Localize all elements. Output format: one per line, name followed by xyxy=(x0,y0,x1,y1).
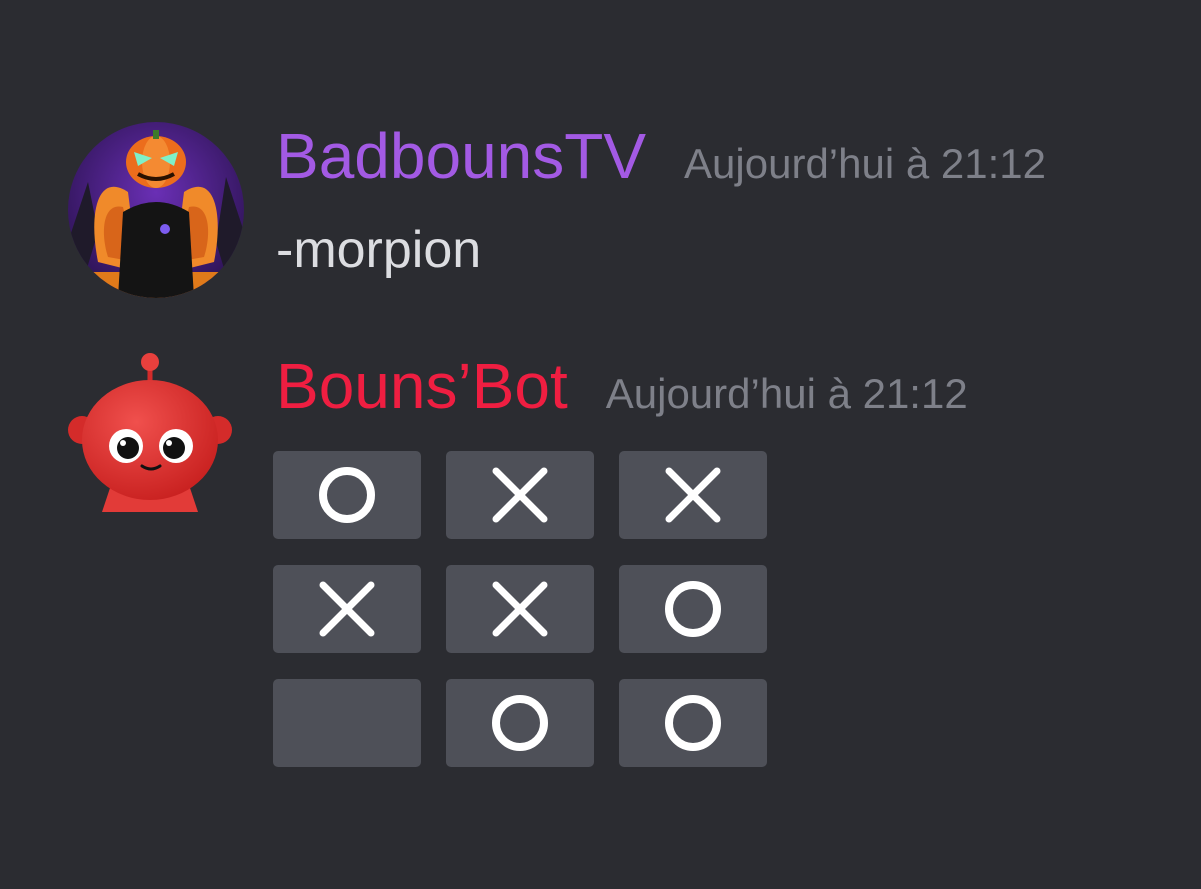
board-cell-0-1[interactable] xyxy=(446,451,594,539)
board-cell-2-2[interactable] xyxy=(619,679,767,767)
circle-mark-icon xyxy=(665,581,721,637)
cross-mark-icon xyxy=(492,467,548,523)
circle-mark-icon xyxy=(319,467,375,523)
bot-timestamp: Aujourd’hui à 21:12 xyxy=(605,370,968,417)
board-cell-1-0[interactable] xyxy=(273,565,421,653)
user-message-header: BadbounsTV Aujourd’hui à 21:12 xyxy=(276,124,1046,188)
circle-mark-icon xyxy=(492,695,548,751)
tic-tac-toe-board xyxy=(273,451,767,767)
bot-username[interactable]: Bouns’Bot xyxy=(276,354,568,418)
circle-mark-icon xyxy=(665,695,721,751)
board-cell-1-2[interactable] xyxy=(619,565,767,653)
pumpkin-head-avatar-icon xyxy=(68,122,244,298)
user-avatar[interactable] xyxy=(68,122,244,298)
user-username[interactable]: BadbounsTV xyxy=(276,124,646,188)
user-timestamp: Aujourd’hui à 21:12 xyxy=(684,140,1046,187)
cross-mark-icon xyxy=(665,467,721,523)
cross-mark-icon xyxy=(319,581,375,637)
cross-mark-icon xyxy=(492,581,548,637)
board-cell-0-2[interactable] xyxy=(619,451,767,539)
board-cell-2-1[interactable] xyxy=(446,679,594,767)
board-cell-0-0[interactable] xyxy=(273,451,421,539)
red-robot-avatar-icon xyxy=(68,353,232,512)
board-cell-2-0[interactable] xyxy=(273,679,421,767)
bot-avatar[interactable] xyxy=(66,352,242,528)
board-cell-1-1[interactable] xyxy=(446,565,594,653)
user-message-text: -morpion xyxy=(276,221,482,279)
bot-message-header: Bouns’Bot Aujourd’hui à 21:12 xyxy=(276,354,968,418)
